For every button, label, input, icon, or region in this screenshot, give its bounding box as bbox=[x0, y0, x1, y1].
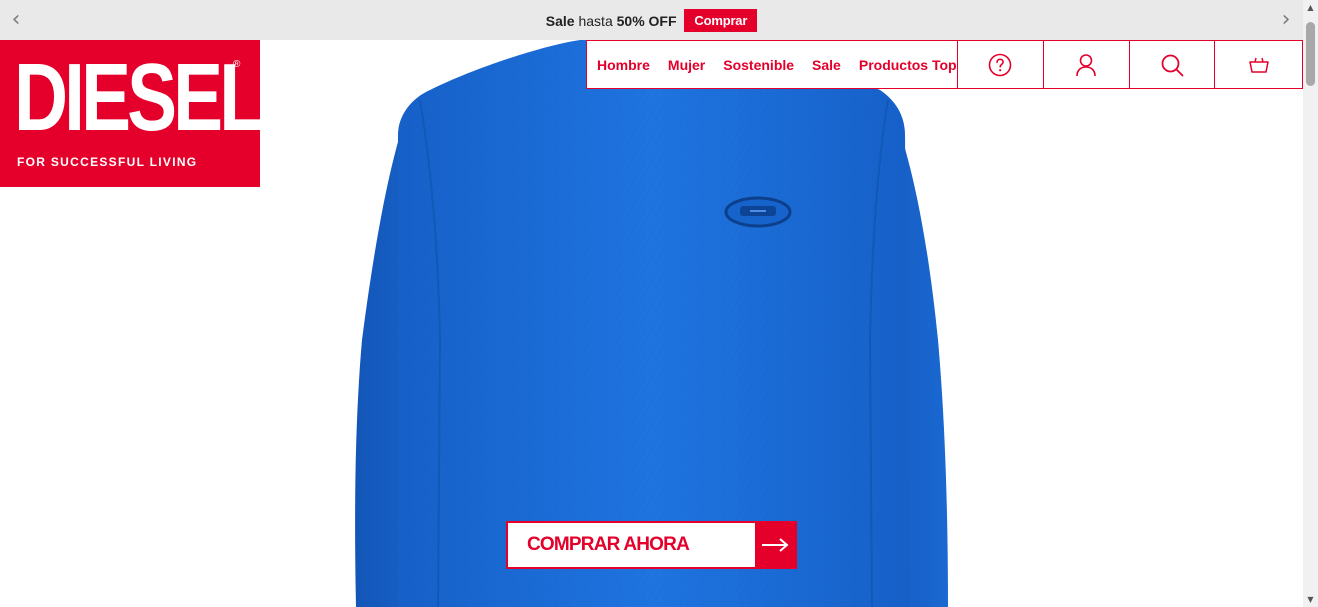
nav-link-hombre[interactable]: Hombre bbox=[597, 57, 650, 73]
logo-tagline: FOR SUCCESSFUL LIVING bbox=[17, 155, 198, 169]
basket-button[interactable] bbox=[1215, 41, 1302, 88]
nav-links: Hombre Mujer Sostenible Sale Productos T… bbox=[587, 41, 958, 88]
shop-now-button[interactable]: COMPRAR AHORA bbox=[506, 521, 797, 569]
help-button[interactable] bbox=[958, 41, 1044, 88]
account-button[interactable] bbox=[1044, 41, 1130, 88]
promo-bar: ‹ Sale hasta 50% OFF Comprar › bbox=[0, 0, 1303, 40]
basket-icon bbox=[1248, 57, 1269, 73]
logo-wordmark: DIESEL bbox=[14, 44, 265, 151]
promo-shop-button[interactable]: Comprar bbox=[684, 9, 758, 32]
promo-sale-text: Sale bbox=[545, 13, 575, 29]
search-icon bbox=[1161, 54, 1184, 76]
nav-link-mujer[interactable]: Mujer bbox=[668, 57, 705, 73]
nav-link-sale[interactable]: Sale bbox=[812, 57, 841, 73]
nav-link-productos-top[interactable]: Productos Top bbox=[859, 57, 957, 73]
promo-message: Sale hasta 50% OFF Comprar bbox=[0, 9, 1303, 33]
main-navigation: Hombre Mujer Sostenible Sale Productos T… bbox=[586, 40, 1303, 89]
nav-link-sostenible[interactable]: Sostenible bbox=[723, 57, 794, 73]
shop-now-label: COMPRAR AHORA bbox=[527, 534, 690, 555]
scrollbar-thumb[interactable] bbox=[1306, 22, 1315, 86]
scroll-down-icon[interactable]: ▼ bbox=[1303, 592, 1318, 607]
search-button[interactable] bbox=[1130, 41, 1216, 88]
logo-registered-mark: ® bbox=[233, 59, 241, 70]
arrow-right-icon bbox=[755, 523, 795, 567]
account-icon bbox=[1076, 53, 1096, 76]
promo-discount-text: 50% OFF bbox=[616, 13, 677, 29]
diesel-logo[interactable]: DIESEL ® FOR SUCCESSFUL LIVING bbox=[0, 40, 265, 187]
chevron-right-icon[interactable]: › bbox=[1276, 9, 1296, 31]
scroll-up-icon[interactable]: ▲ bbox=[1303, 0, 1318, 15]
help-icon bbox=[989, 53, 1012, 76]
page-scrollbar[interactable]: ▲ ▼ bbox=[1303, 0, 1318, 607]
promo-hasta-text: hasta bbox=[578, 13, 613, 29]
